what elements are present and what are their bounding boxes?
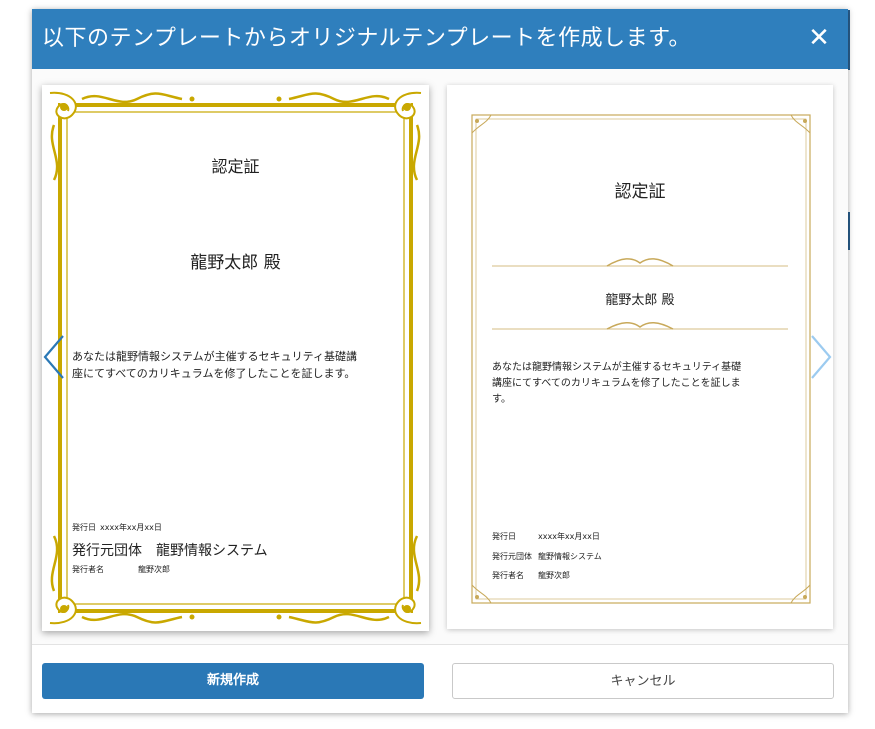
certificate-body-line: 座にてすべてのカリキュラムを修了したことを証します。 (72, 367, 356, 380)
org-value: 龍野情報システム (538, 552, 602, 561)
issuer-value: 龍野次郎 (138, 565, 170, 574)
create-new-button[interactable]: 新規作成 (42, 663, 424, 699)
certificate-body-line: 講座にてすべてのカリキュラムを修了したことを証しま (492, 378, 741, 389)
background-strip (848, 10, 850, 70)
org-label: 発行元団体 (72, 543, 142, 559)
certificate-recipient: 龍野太郎 殿 (605, 293, 675, 308)
carousel-next-chevron-icon[interactable] (808, 333, 834, 381)
footer-divider (32, 644, 848, 645)
carousel-prev-chevron-icon[interactable] (41, 333, 67, 381)
issue-date-label: 発行日 (72, 523, 96, 532)
template-card-ornate[interactable]: 認定証 龍野太郎 殿 あなたは龍野情報システムが主催するセキュリティ基礎講 座に… (42, 85, 429, 631)
issuer-value: 龍野次郎 (538, 571, 570, 580)
template-carousel: 認定証 龍野太郎 殿 あなたは龍野情報システムが主催するセキュリティ基礎講 座に… (32, 69, 848, 644)
issue-date-value: xxxx年xx月xx日 (100, 523, 162, 532)
certificate-heading: 認定証 (614, 182, 666, 202)
dialog-title: 以下のテンプレートからオリジナルテンプレートを作成します。 (42, 26, 691, 51)
certificate-recipient: 龍野太郎 殿 (190, 253, 281, 273)
certificate-body-line: あなたは龍野情報システムが主催するセキュリティ基礎講 (72, 350, 358, 363)
issue-date-label: 発行日 (492, 532, 516, 541)
simple-frame-decoration (471, 114, 811, 604)
org-value: 龍野情報システム (156, 543, 268, 559)
issue-date-value: xxxx年xx月xx日 (538, 532, 600, 541)
background-window-edge (848, 0, 875, 729)
issuer-label: 発行者名 (72, 565, 104, 574)
template-selection-dialog: 以下のテンプレートからオリジナルテンプレートを作成します。 ✕ 認定証 龍野太郎… (32, 9, 848, 713)
issuer-label: 発行者名 (492, 571, 524, 580)
template-card-simple[interactable]: 認定証 龍野太郎 殿 あなたは龍野情報システムが主催するセキュリティ基礎 講座に… (447, 85, 833, 629)
background-strip (848, 212, 850, 250)
certificate-body-line: あなたは龍野情報システムが主催するセキュリティ基礎 (492, 362, 742, 373)
dialog-header: 以下のテンプレートからオリジナルテンプレートを作成します。 ✕ (32, 9, 848, 69)
close-icon[interactable]: ✕ (804, 23, 834, 53)
org-label: 発行元団体 (492, 552, 532, 561)
cancel-button[interactable]: キャンセル (452, 663, 834, 699)
certificate-heading: 認定証 (211, 157, 260, 176)
certificate-body-line: す。 (492, 394, 511, 405)
